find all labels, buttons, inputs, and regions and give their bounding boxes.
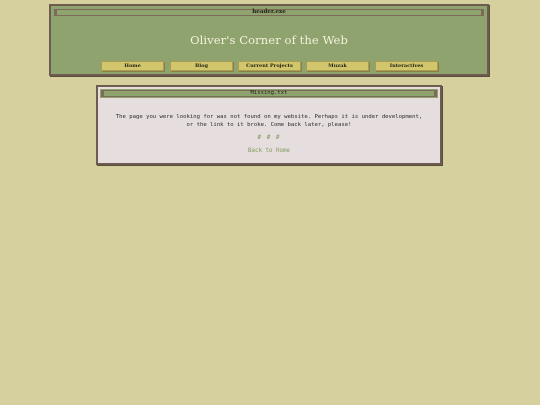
nav-interactives-button[interactable]: Interactives	[375, 61, 438, 71]
message-line-2: or the link to it broke. Come back later…	[186, 122, 352, 128]
missing-page-window: Missing.txt The page you were looking fo…	[96, 85, 442, 165]
not-found-message: The page you were looking for was not fo…	[106, 113, 432, 129]
content-titlebar: Missing.txt	[100, 89, 438, 98]
content-window-title: Missing.txt	[250, 89, 288, 96]
content-titlebar-inner: Missing.txt	[104, 89, 434, 96]
header-window: header.exe Oliver's Corner of the Web Ho…	[49, 4, 489, 76]
header-window-title: header.exe	[252, 8, 286, 15]
message-line-1: The page you were looking for was not fo…	[115, 114, 423, 120]
nav-muzak-button[interactable]: Muzak	[306, 61, 369, 71]
nav-current-projects-button[interactable]: Current Projects	[238, 61, 301, 71]
back-to-home-link[interactable]: Back to Home	[98, 148, 440, 154]
header-titlebar-inner: header.exe	[57, 8, 481, 15]
nav-home-button[interactable]: Home	[101, 61, 164, 71]
site-title: Oliver's Corner of the Web	[190, 33, 348, 47]
header-titlebar: header.exe	[53, 8, 485, 17]
nav-blog-button[interactable]: Blog	[170, 61, 233, 71]
main-nav: Home Blog Current Projects Muzak Interac…	[101, 61, 441, 72]
separator-hashes: # # #	[257, 134, 281, 141]
